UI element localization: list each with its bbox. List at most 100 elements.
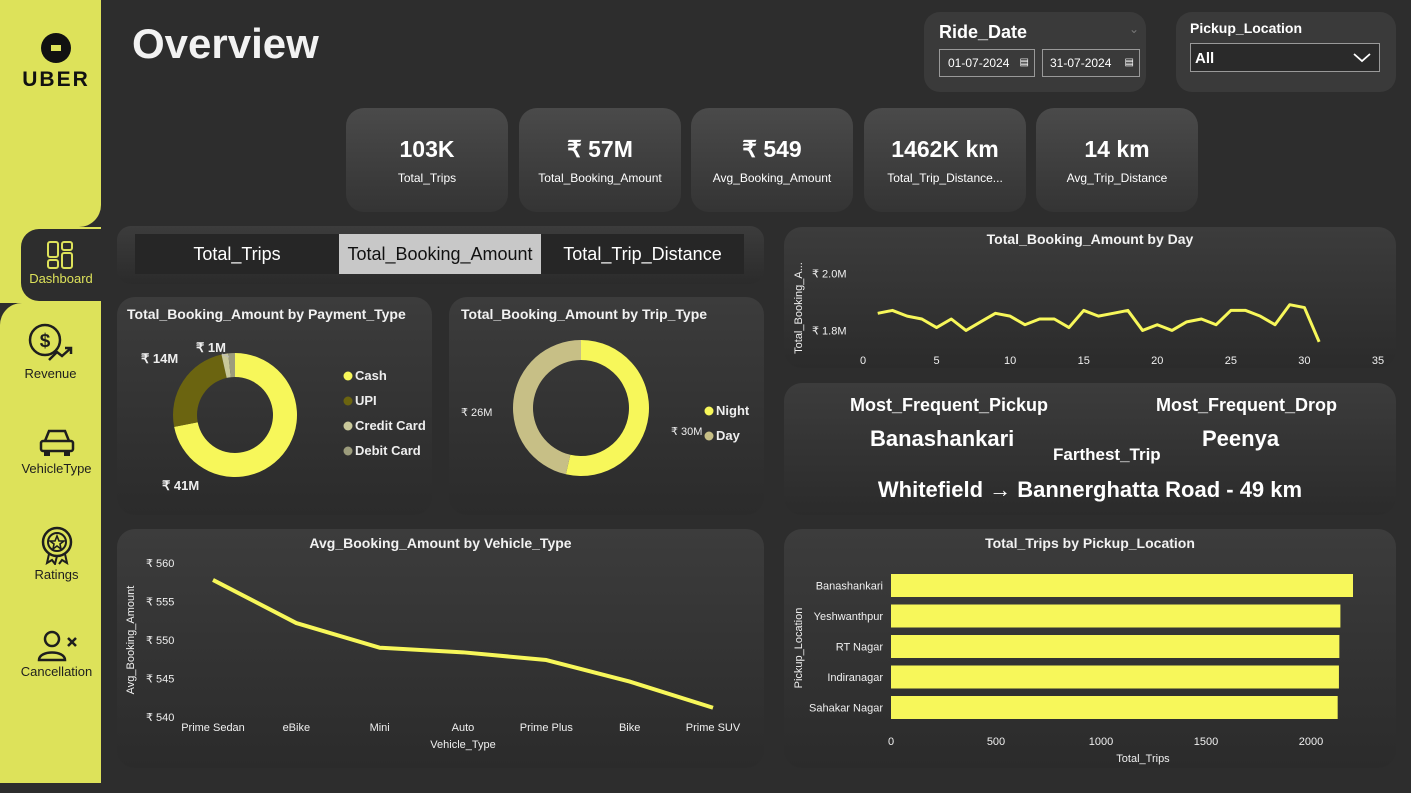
ride-date-filter: Ride_Date ⌄ 01-07-2024 ▤ 31-07-2024 ▤: [924, 12, 1146, 92]
x-tick-label: eBike: [283, 722, 311, 734]
donut-slice-night[interactable]: [565, 340, 649, 476]
bar-banashankari[interactable]: [891, 574, 1353, 597]
dashboard-icon: [47, 241, 73, 269]
pickup-location-filter: Pickup_Location All: [1176, 12, 1396, 92]
y-tick-label: ₹ 560: [146, 558, 174, 570]
tab-total-trip-distance[interactable]: Total_Trip_Distance: [541, 234, 744, 274]
x-tick-label: 0: [860, 355, 866, 367]
legend-label: Day: [716, 428, 741, 443]
y-tick-label: Yeshwanthpur: [814, 611, 884, 623]
legend-marker: [704, 406, 714, 416]
pickup-location-bar-chart: Banashankari Yeshwanthpur RT Nagar Indirana…: [793, 574, 1353, 765]
x-tick-label: 1500: [1194, 736, 1218, 748]
pickup-location-select[interactable]: All: [1190, 43, 1380, 72]
kpi-value: 103K: [399, 136, 455, 162]
donut-slice-day[interactable]: [513, 340, 581, 475]
x-tick-label: 30: [1298, 355, 1310, 367]
x-tick-label: 20: [1151, 355, 1163, 367]
y-tick-label: ₹ 1.8M: [812, 325, 847, 337]
bar-indiranagar[interactable]: [891, 665, 1339, 689]
legend-label: UPI: [355, 393, 377, 408]
calendar-icon: ▤: [1124, 57, 1134, 68]
nav-revenue[interactable]: $ Revenue: [0, 322, 101, 381]
x-tick-label: 500: [987, 736, 1005, 748]
x-tick-label: Bike: [619, 722, 640, 734]
legend-label: Credit Card: [355, 418, 426, 433]
end-date-input[interactable]: 31-07-2024 ▤: [1042, 49, 1140, 77]
donut-slice-upi[interactable]: [173, 354, 227, 427]
nav-dashboard-label: Dashboard: [29, 271, 93, 286]
start-date-input[interactable]: 01-07-2024 ▤: [939, 49, 1035, 77]
kpi-value: ₹ 549: [742, 136, 802, 162]
x-tick-label: Prime Plus: [520, 722, 574, 734]
payment-type-chart-panel: Total_Booking_Amount by Payment_Type Cas…: [117, 297, 432, 515]
legend-marker: [343, 421, 353, 431]
nav-vehicletype-label: VehicleType: [21, 461, 92, 476]
chevron-down-icon[interactable]: ⌄: [1129, 22, 1139, 36]
data-label: ₹ 41M: [162, 478, 199, 493]
y-tick-label: ₹ 550: [146, 635, 174, 647]
farthest-trip-value: Whitefield → Bannerghatta Road - 49 km: [877, 477, 1303, 502]
kpi-label: Avg_Booking_Amount: [712, 171, 832, 185]
nav-cancellation[interactable]: Cancellation: [6, 630, 107, 679]
kpi-value: 14 km: [1084, 136, 1150, 162]
chevron-down-icon: [1353, 53, 1371, 63]
nav-dashboard[interactable]: Dashboard: [21, 241, 101, 286]
most-frequent-pickup-value: Banashankari: [870, 426, 1015, 451]
data-label: ₹ 1M: [196, 340, 226, 355]
uber-logo: UBER: [0, 32, 112, 92]
vehicle-type-chart-panel: Avg_Booking_Amount by Vehicle_Type ₹ 560…: [117, 529, 764, 768]
svg-text:$: $: [39, 331, 50, 352]
kpi-avg-trip-distance: 14 km Avg_Trip_Distance: [1036, 108, 1198, 212]
data-label: ₹ 26M: [461, 407, 492, 419]
page-title: Overview: [132, 20, 319, 67]
legend-label: Night: [716, 403, 750, 418]
most-frequent-pickup-label: Most_Frequent_Pickup: [850, 395, 1049, 415]
booking-line-series: [877, 303, 1321, 343]
kpi-total-trip-distance: 1462K km Total_Trip_Distance...: [864, 108, 1026, 212]
x-tick-label: 10: [1004, 355, 1016, 367]
trip-type-chart-panel: Total_Booking_Amount by Trip_Type Night D…: [449, 297, 764, 515]
kpi-value: ₹ 57M: [567, 136, 633, 162]
bar-sahakar-nagar[interactable]: [891, 696, 1338, 719]
trip-type-donut-chart: Night Day ₹ 30M ₹ 26M: [461, 340, 750, 476]
y-axis-label: Pickup_Location: [793, 608, 805, 689]
end-date-value: 31-07-2024: [1050, 56, 1112, 70]
farthest-trip-label: Farthest_Trip: [1053, 445, 1161, 464]
x-tick-label: 2000: [1299, 736, 1323, 748]
kpi-value: 1462K km: [891, 136, 999, 162]
data-label: ₹ 14M: [141, 351, 178, 366]
nav-vehicletype[interactable]: VehicleType: [6, 427, 107, 476]
legend-marker: [343, 371, 353, 381]
y-tick-label: ₹ 540: [146, 712, 174, 724]
y-tick-label: Sahakar Nagar: [809, 703, 883, 715]
kpi-total-booking-amount: ₹ 57M Total_Booking_Amount: [519, 108, 681, 212]
x-tick-label: 25: [1225, 355, 1237, 367]
pickup-location-label: Pickup_Location: [1190, 20, 1303, 36]
x-tick-label: 15: [1078, 355, 1090, 367]
nav-revenue-label: Revenue: [24, 366, 77, 381]
kpi-label: Total_Trips: [397, 171, 457, 185]
x-tick-label: 1000: [1089, 736, 1113, 748]
x-tick-label: Mini: [370, 722, 390, 734]
tab-total-booking-amount[interactable]: Total_Booking_Amount: [339, 234, 541, 274]
bar-yeshwanthpur[interactable]: [891, 604, 1341, 628]
x-tick-label: Prime Sedan: [181, 722, 245, 734]
ride-date-label: Ride_Date: [939, 22, 1028, 42]
kpi-label: Avg_Trip_Distance: [1066, 171, 1168, 185]
x-tick-label: 0: [888, 736, 894, 748]
car-icon: [39, 429, 74, 456]
revenue-icon: $: [28, 323, 72, 361]
logo-text: UBER: [22, 68, 90, 91]
booking-by-day-chart-panel: Total_Booking_Amount by Day ₹ 2.0M ₹ 1.8M…: [784, 227, 1396, 368]
legend-marker: [343, 446, 353, 456]
x-tick-label: Prime SUV: [686, 722, 741, 734]
booking-by-day-line-chart: ₹ 2.0M ₹ 1.8M 0 5 10 15 20 25 30 35 Total_Booking_…: [793, 262, 1384, 367]
x-tick-label: 5: [934, 355, 940, 367]
bar-rt-nagar[interactable]: [891, 635, 1340, 658]
avg-booking-line-series: [212, 578, 714, 710]
nav-ratings[interactable]: Ratings: [6, 525, 107, 582]
pickup-location-value: All: [1195, 50, 1215, 67]
award-icon: [41, 526, 72, 565]
tab-total-trips[interactable]: Total_Trips: [135, 234, 339, 274]
